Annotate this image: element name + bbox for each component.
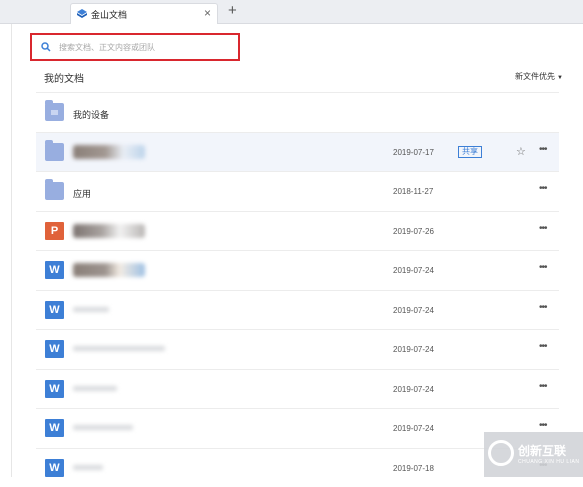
file-date: 2019-07-24 [393,306,434,315]
sidebar-divider [11,24,12,477]
more-options-icon[interactable]: ••• [539,262,547,273]
sort-label: 新文件优先 [515,72,555,81]
folder-icon [45,182,64,200]
kdocs-logo-icon [77,9,87,19]
file-name: 我的设备 [73,108,109,121]
file-list: 我的设备 2019-07-17 共享 ☆ ••• 应用 2018-11-27 •… [36,92,559,487]
list-item[interactable]: W 2019-07-24 ••• [36,408,559,448]
list-item[interactable]: 2019-07-17 共享 ☆ ••• [36,132,559,172]
browser-tab[interactable]: 金山文档 × [70,3,218,24]
file-date: 2018-11-27 [393,187,433,196]
file-date: 2019-07-24 [393,266,434,275]
file-date: 2019-07-26 [393,227,434,236]
tab-title: 金山文档 [91,8,127,21]
file-date: 2019-07-24 [393,345,434,354]
list-item[interactable]: W 2019-07-24 ••• [36,369,559,409]
more-options-icon[interactable]: ••• [539,223,547,234]
watermark: 创新互联 CHUANG XIN HU LIAN [484,432,583,477]
close-tab-icon[interactable]: × [204,6,211,20]
more-options-icon[interactable]: ••• [539,381,547,392]
file-date: 2019-07-24 [393,424,434,433]
file-name-blurred [73,307,109,312]
device-folder-icon [45,103,64,121]
file-date: 2019-07-18 [393,464,434,473]
word-file-icon: W [45,301,64,319]
search-placeholder: 搜索文档、正文内容或团队 [59,42,155,53]
list-item[interactable]: W 2019-07-24 ••• [36,329,559,369]
word-file-icon: W [45,380,64,398]
watermark-text: 创新互联 [518,442,566,459]
file-name-blurred [73,263,145,277]
list-item[interactable]: 我的设备 [36,92,559,132]
word-file-icon: W [45,261,64,279]
list-item[interactable]: P 2019-07-26 ••• [36,211,559,251]
page-title: 我的文档 [44,70,84,85]
shared-badge: 共享 [458,146,482,158]
search-icon [41,42,51,52]
file-name-blurred [73,465,103,470]
watermark-logo-icon [488,440,514,466]
chevron-down-icon: ▼ [557,75,563,81]
more-options-icon[interactable]: ••• [539,341,547,352]
file-name-blurred [73,145,145,159]
file-name-blurred [73,224,145,238]
more-options-icon[interactable]: ••• [539,420,547,431]
new-tab-button[interactable]: + [228,3,237,19]
word-file-icon: W [45,340,64,358]
word-file-icon: W [45,419,64,437]
file-name-blurred [73,346,165,351]
file-date: 2019-07-17 [393,148,434,157]
sort-dropdown[interactable]: 新文件优先▼ [515,71,563,82]
file-name-blurred [73,425,133,430]
browser-tab-bar: 金山文档 × + [0,0,583,24]
folder-icon [45,143,64,161]
list-item[interactable]: W 2019-07-24 ••• [36,250,559,290]
more-options-icon[interactable]: ••• [539,302,547,313]
search-input[interactable]: 搜索文档、正文内容或团队 [30,33,240,61]
file-date: 2019-07-24 [393,385,434,394]
list-item[interactable]: 应用 2018-11-27 ••• [36,171,559,211]
file-name-blurred [73,386,117,391]
list-item[interactable]: W 2019-07-24 ••• [36,290,559,330]
file-name: 应用 [73,187,91,200]
word-file-icon: W [45,459,64,477]
watermark-subtext: CHUANG XIN HU LIAN [518,459,580,465]
more-options-icon[interactable]: ••• [539,144,547,155]
list-item[interactable]: W 2019-07-18 ••• [36,448,559,487]
star-icon[interactable]: ☆ [516,145,526,158]
more-options-icon[interactable]: ••• [539,183,547,194]
ppt-file-icon: P [45,222,64,240]
